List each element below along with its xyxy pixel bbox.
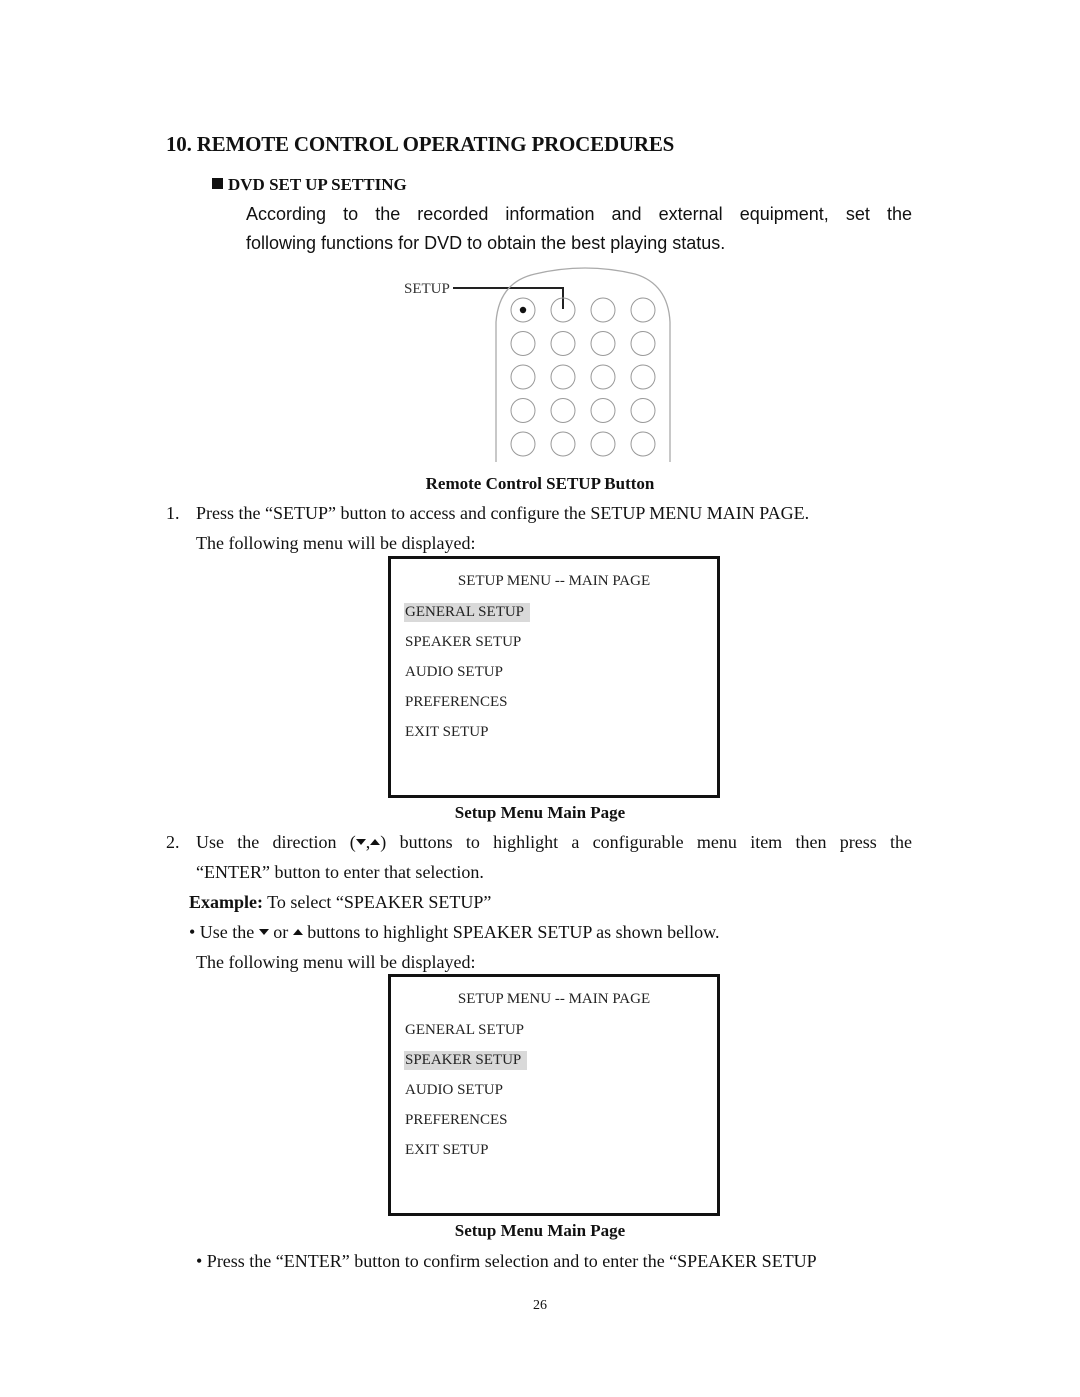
step1-number: 1. xyxy=(166,503,180,523)
remote-button xyxy=(590,297,616,323)
intro-line-1: According to the recorded information an… xyxy=(246,204,912,224)
remote-button xyxy=(550,431,576,457)
step2-number: 2. xyxy=(166,832,180,852)
setup-menu-screen-1: SETUP MENU -- MAIN PAGE GENERAL SETUP SP… xyxy=(388,556,720,798)
menu-item-speaker-setup[interactable]: SPEAKER SETUP xyxy=(404,633,527,652)
menu-item-audio-setup[interactable]: AUDIO SETUP xyxy=(404,663,509,682)
menu-item-speaker-setup[interactable]: SPEAKER SETUP xyxy=(404,1051,528,1070)
remote-button xyxy=(630,431,656,457)
section-title: REMOTE CONTROL OPERATING PROCEDURES xyxy=(196,132,675,156)
step2-line-2: “ENTER” button to enter that selection. xyxy=(196,862,484,882)
up-arrow-icon xyxy=(292,929,303,935)
section-heading: 10. REMOTE CONTROL OPERATING PROCEDURES xyxy=(166,132,674,157)
menu2-caption: Setup Menu Main Page xyxy=(454,1221,626,1240)
example-line: Example: To select “SPEAKER SETUP” xyxy=(189,892,491,913)
step2-bullet: • Use the or buttons to highlight SPEAKE… xyxy=(189,922,720,942)
remote-control-figure: SETUP xyxy=(404,267,671,462)
remote-button xyxy=(550,364,576,390)
setup-callout-label: SETUP xyxy=(404,281,450,297)
remote-button xyxy=(630,297,656,323)
page-number: 26 xyxy=(533,1298,547,1313)
step2-line-1: Use the direction (,) buttons to highlig… xyxy=(196,832,912,852)
remote-figure-caption: Remote Control SETUP Button xyxy=(425,474,655,493)
section-number: 10. xyxy=(166,132,192,156)
remote-button xyxy=(510,364,536,390)
menu-title: SETUP MENU -- MAIN PAGE xyxy=(457,991,651,1007)
step1-line-1: Press the “SETUP” button to access and c… xyxy=(196,503,810,523)
remote-button xyxy=(510,431,536,457)
menu-title: SETUP MENU -- MAIN PAGE xyxy=(457,573,651,589)
remote-button xyxy=(630,398,656,423)
step2-display-line: The following menu will be displayed: xyxy=(196,952,476,972)
remote-button xyxy=(550,398,576,423)
subsection-title: DVD SET UP SETTING xyxy=(228,175,407,194)
down-arrow-icon xyxy=(355,839,366,845)
intro-line-2: following functions for DVD to obtain th… xyxy=(246,233,726,253)
setup-menu-screen-2: SETUP MENU -- MAIN PAGE GENERAL SETUP SP… xyxy=(388,974,720,1216)
menu-item-audio-setup[interactable]: AUDIO SETUP xyxy=(404,1081,509,1100)
square-bullet-icon xyxy=(212,178,223,189)
remote-button xyxy=(510,331,536,356)
remote-button xyxy=(630,331,656,356)
remote-button xyxy=(590,331,616,356)
menu-item-exit-setup[interactable]: EXIT SETUP xyxy=(404,1141,494,1160)
remote-button xyxy=(590,431,616,457)
menu-item-general-setup[interactable]: GENERAL SETUP xyxy=(404,1021,530,1040)
remote-button xyxy=(630,364,656,390)
up-arrow-icon xyxy=(370,839,381,845)
step1-line-2: The following menu will be displayed: xyxy=(196,533,476,553)
remote-button-grid xyxy=(510,297,656,457)
example-text: To select “SPEAKER SETUP” xyxy=(263,892,492,912)
subsection-heading: DVD SET UP SETTING xyxy=(212,175,407,195)
final-bullet: • Press the “ENTER” button to confirm se… xyxy=(196,1251,817,1271)
remote-button xyxy=(590,364,616,390)
down-arrow-icon xyxy=(258,929,269,935)
remote-button xyxy=(550,331,576,356)
menu-item-general-setup[interactable]: GENERAL SETUP xyxy=(404,603,531,622)
example-label: Example: xyxy=(189,892,263,912)
remote-button xyxy=(510,398,536,423)
setup-callout-line xyxy=(453,287,564,309)
menu-item-preferences[interactable]: PREFERENCES xyxy=(404,1111,514,1130)
menu-item-exit-setup[interactable]: EXIT SETUP xyxy=(404,723,494,742)
menu-item-preferences[interactable]: PREFERENCES xyxy=(404,693,514,712)
menu1-caption: Setup Menu Main Page xyxy=(454,803,626,822)
power-indicator-dot xyxy=(519,306,527,314)
remote-button xyxy=(590,398,616,423)
